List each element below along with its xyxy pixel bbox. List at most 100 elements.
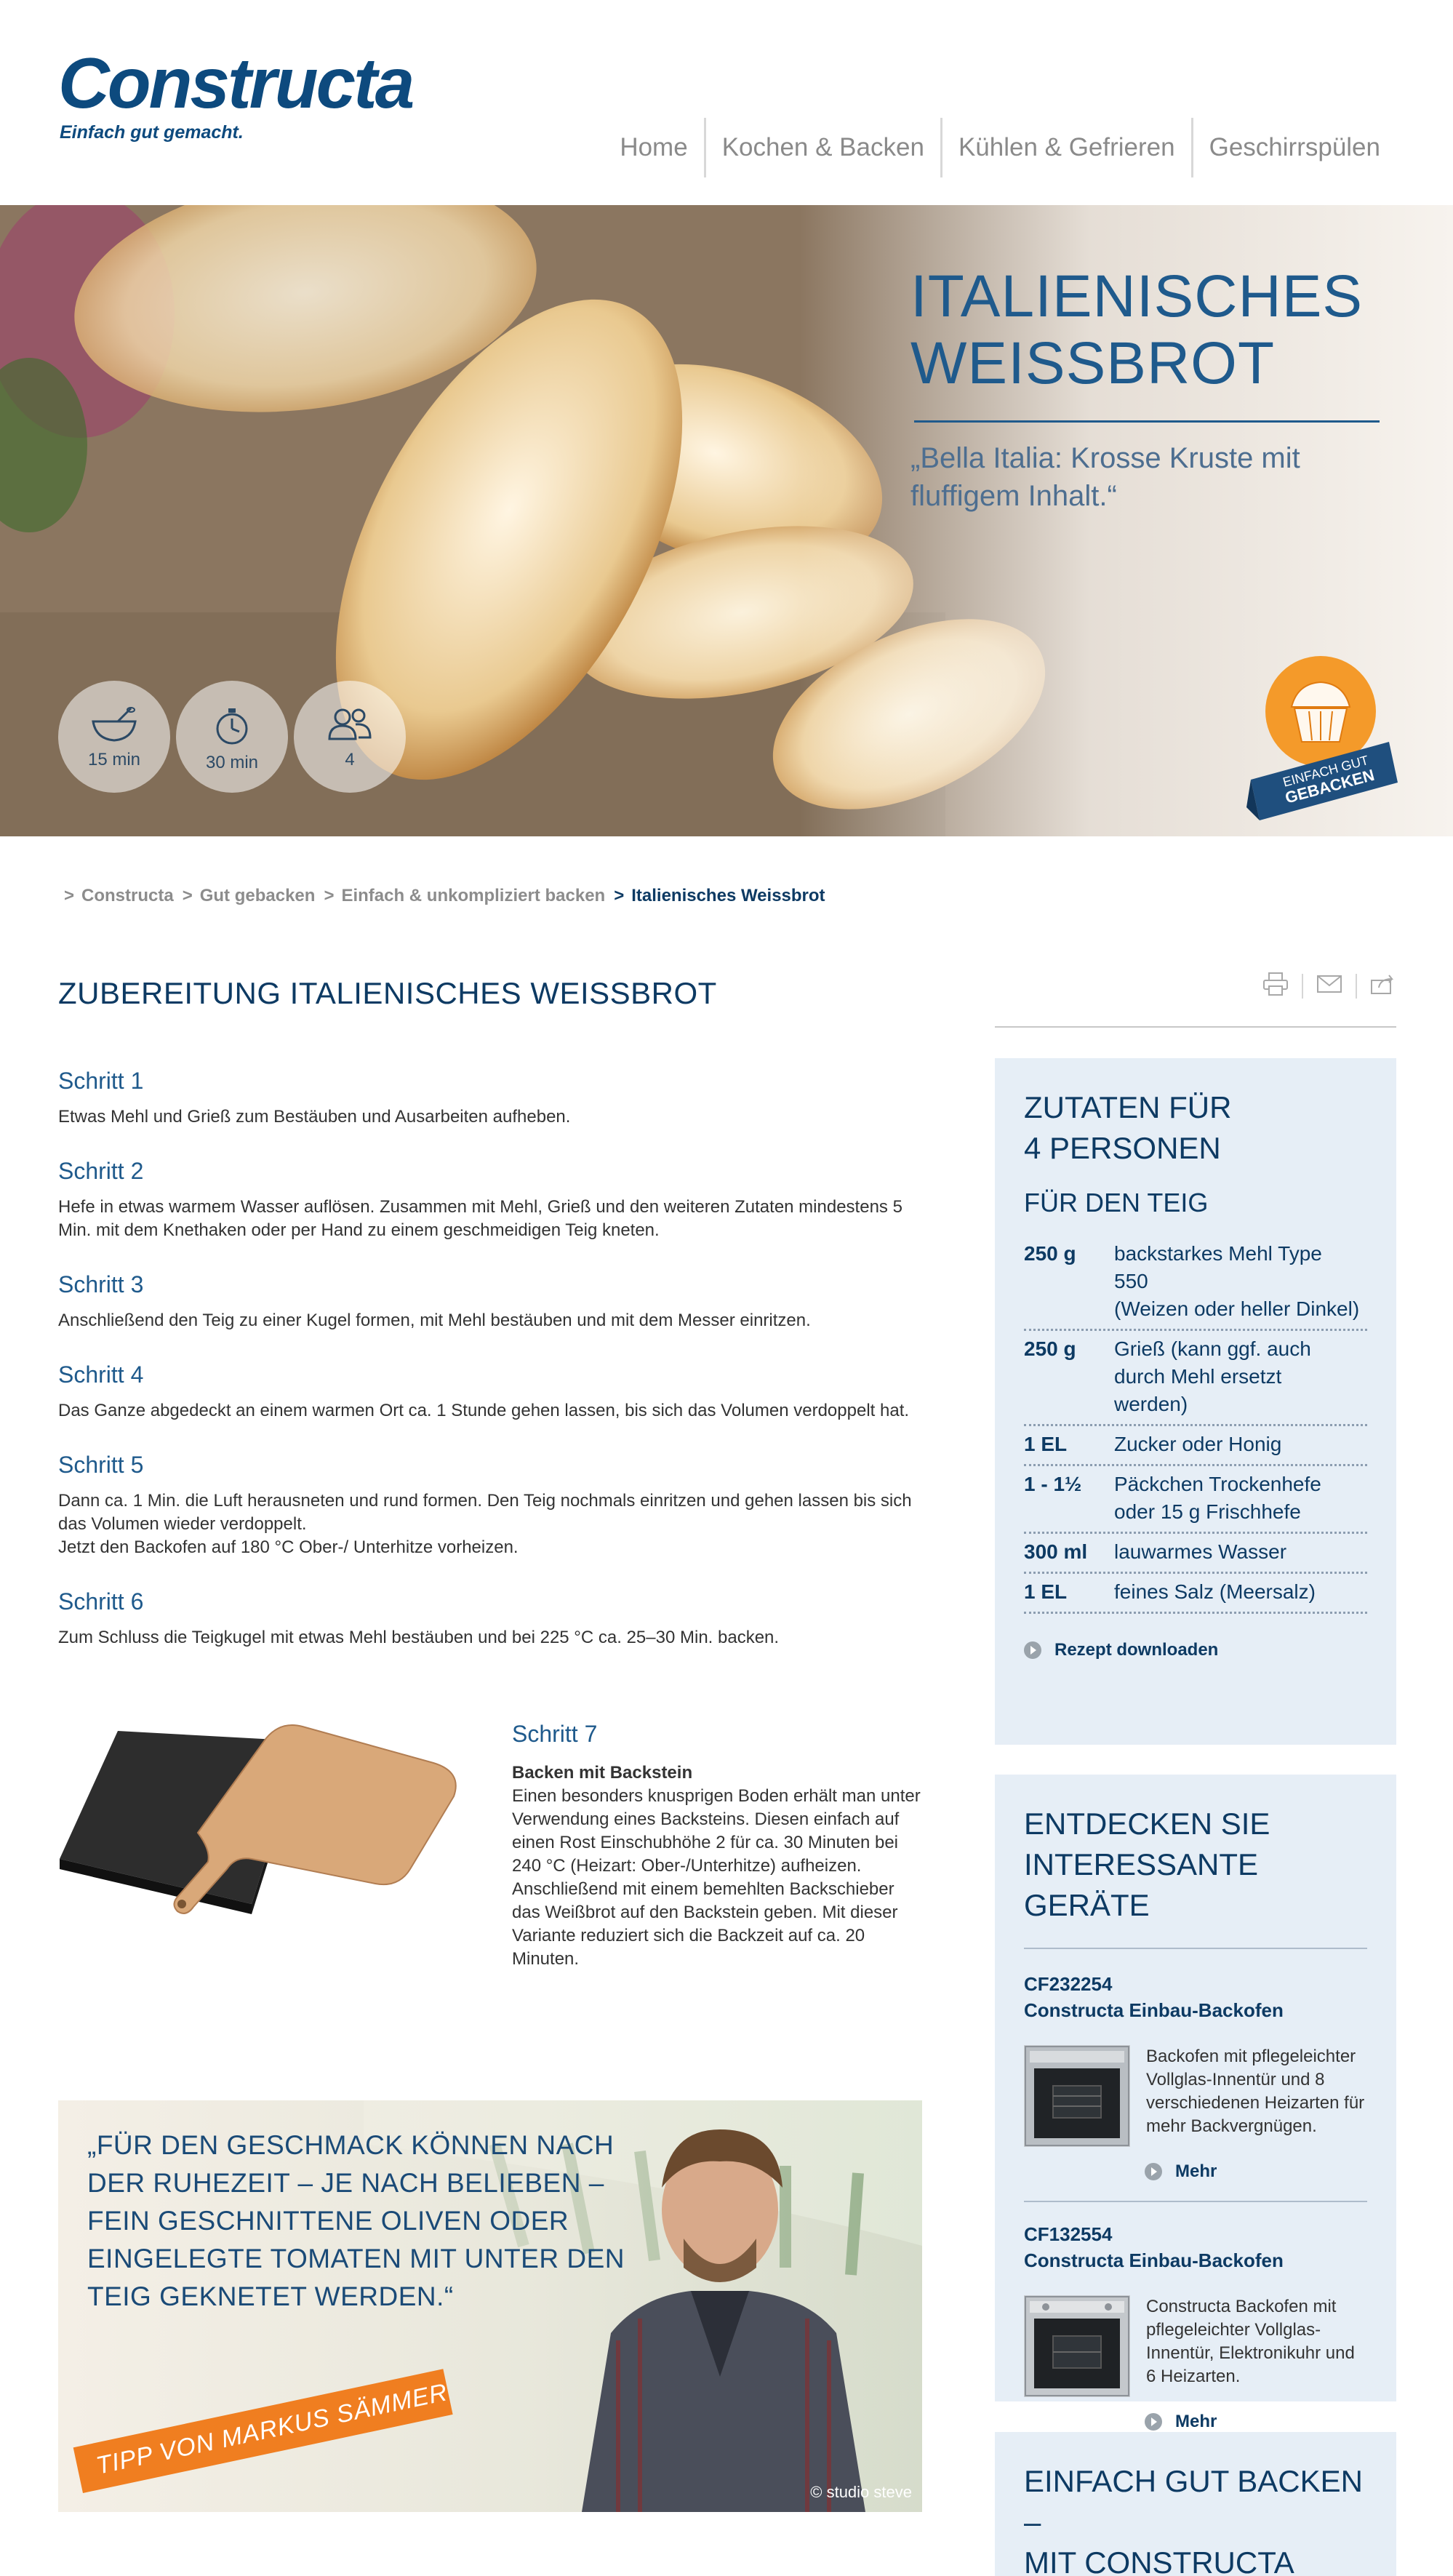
step-text: Dann ca. 1 Min. die Luft herausneten und…: [58, 1491, 912, 1557]
step-text: Etwas Mehl und Grieß zum Bestäuben und A…: [58, 1107, 571, 1127]
ingredient-amount: 300 ml: [1024, 1540, 1088, 1563]
download-recipe-label: Rezept downloaden: [1054, 1640, 1219, 1660]
divider: [1024, 2201, 1367, 2202]
print-icon[interactable]: [1262, 972, 1289, 1000]
step-title: Schritt 1: [58, 1068, 144, 1094]
oven-icon: [1025, 2046, 1129, 2146]
ingredient-row: 1 EL Zucker oder Honig: [1024, 1426, 1367, 1466]
constructa-logo[interactable]: Constructa Einfach gut gemacht.: [58, 43, 415, 143]
ingredient-name: Grieß (kann ggf. auch durch Mehl ersetzt…: [1114, 1337, 1311, 1415]
share-divider: [1356, 973, 1357, 999]
main-nav: Home Kochen & Backen Kühlen & Gefrieren …: [604, 118, 1396, 177]
sidebar-top-divider: [995, 1026, 1396, 1028]
nav-kuehlen-gefrieren[interactable]: Kühlen & Gefrieren: [940, 118, 1191, 177]
step-title: Schritt 2: [58, 1158, 144, 1184]
breadcrumb-separator: >: [324, 886, 335, 905]
baking-stone-image: [60, 1724, 457, 1914]
ingredient-amount: 1 EL: [1024, 1433, 1068, 1455]
device-more-link[interactable]: Mehr: [1145, 2412, 1367, 2432]
nav-kochen-backen[interactable]: Kochen & Backen: [703, 118, 940, 177]
step-text: Hefe in etwas warmem Wasser auflösen. Zu…: [58, 1197, 902, 1240]
step-text: Das Ganze abgedeckt an einem warmen Ort …: [58, 1401, 910, 1420]
device-body: Constructa Backofen mit pflegeleichter V…: [1024, 2295, 1367, 2397]
breadcrumb-current: Italienisches Weissbrot: [631, 886, 825, 905]
device-more-link[interactable]: Mehr: [1145, 2161, 1367, 2182]
step-2: Schritt 2 Hefe in etwas warmem Wasser au…: [58, 1156, 924, 1242]
logo-tagline: Einfach gut gemacht.: [60, 122, 244, 143]
arrow-circle-icon: [1024, 1641, 1041, 1659]
tip-quote: „FÜR DEN GESCHMACK KÖNNEN NACH DER RUHEZ…: [87, 2130, 625, 2311]
devices-title-line2: INTERESSANTE GERÄTE: [1024, 1847, 1259, 1922]
step-5: Schritt 5 Dann ca. 1 Min. die Luft herau…: [58, 1450, 924, 1559]
hero-title-line2: WEISSBROT: [910, 330, 1276, 396]
ingredient-name: Päckchen Trockenhefe oder 15 g Frischhef…: [1114, 1473, 1321, 1523]
step-title: Schritt 3: [58, 1271, 144, 1297]
breadcrumb-gut-gebacken[interactable]: Gut gebacken: [200, 886, 316, 906]
people-icon: [328, 708, 372, 740]
step-title: Schritt 4: [58, 1361, 144, 1388]
breadcrumb: > Constructa > Gut gebacken > Einfach & …: [64, 886, 834, 906]
devices-panel: ENTDECKEN SIE INTERESSANTE GERÄTE CF2322…: [995, 1775, 1396, 2431]
promo-title: EINFACH GUT BACKEN – MIT CONSTRUCTA: [1024, 2461, 1367, 2576]
download-recipe-link[interactable]: Rezept downloaden: [1024, 1640, 1367, 1660]
arrow-circle-icon: [1145, 2163, 1162, 2180]
device-code[interactable]: CF232254: [1024, 1971, 1367, 1997]
page-title: ZUBEREITUNG ITALIENISCHES WEISSBROT: [58, 976, 717, 1010]
ingredient-amount: 1 EL: [1024, 1580, 1068, 1603]
arrow-circle-icon: [1145, 2413, 1162, 2431]
ingredient-row: 250 g backstarkes Mehl Type 550 (Weizen …: [1024, 1236, 1367, 1331]
device-card: CF232254 Constructa Einbau-Backofen Back…: [1024, 1971, 1367, 2182]
device-card: CF132554 Constructa Einbau-Backofen Cons…: [1024, 2221, 1367, 2432]
oven-thumbnail[interactable]: [1024, 2045, 1130, 2147]
breadcrumb-constructa[interactable]: Constructa: [81, 886, 174, 906]
stat-bake-label: 30 min: [205, 753, 259, 772]
hero-banner: ITALIENISCHES WEISSBROT „Bella Italia: K…: [0, 205, 1453, 836]
step-4: Schritt 4 Das Ganze abgedeckt an einem w…: [58, 1360, 924, 1423]
step-6: Schritt 6 Zum Schluss die Teigkugel mit …: [58, 1587, 924, 1649]
hero-title: ITALIENISCHES WEISSBROT: [910, 263, 1363, 397]
ingredient-row: 250 g Grieß (kann ggf. auch durch Mehl e…: [1024, 1331, 1367, 1426]
devices-title-line1: ENTDECKEN SIE: [1024, 1807, 1270, 1841]
ingredient-name: feines Salz (Meersalz): [1114, 1580, 1316, 1603]
ingredient-amount: 250 g: [1024, 1242, 1076, 1265]
step-3: Schritt 3 Anschließend den Teig zu einer…: [58, 1270, 924, 1332]
ingredient-amount: 1 - 1½: [1024, 1473, 1082, 1495]
nav-geschirrspuelen[interactable]: Geschirrspülen: [1190, 118, 1396, 177]
step-text: Anschließend den Teig zu einer Kugel for…: [58, 1311, 811, 1330]
device-description: Backofen mit pflegeleichter Vollglas-Inn…: [1146, 2047, 1365, 2136]
ingredient-name: lauwarmes Wasser: [1114, 1540, 1287, 1563]
device-code[interactable]: CF132554: [1024, 2221, 1367, 2247]
share-icon[interactable]: [1370, 973, 1396, 999]
logo-wordmark: Constructa: [58, 43, 415, 123]
breadcrumb-separator: >: [614, 886, 625, 905]
hero-subtitle: „Bella Italia: Krosse Kruste mit fluffig…: [910, 442, 1300, 512]
ingredient-row: 300 ml lauwarmes Wasser: [1024, 1534, 1367, 1574]
stat-bake-time: 30 min: [176, 681, 288, 793]
email-icon[interactable]: [1316, 975, 1342, 997]
device-name[interactable]: Constructa Einbau-Backofen: [1024, 2247, 1367, 2273]
ingredient-amount: 250 g: [1024, 1337, 1076, 1360]
breadcrumb-separator: >: [182, 886, 193, 905]
breadcrumb-einfach-backen[interactable]: Einfach & unkompliziert backen: [341, 886, 605, 906]
nav-home[interactable]: Home: [604, 118, 703, 177]
device-name[interactable]: Constructa Einbau-Backofen: [1024, 1997, 1367, 2023]
promo-title-line1: EINFACH GUT BACKEN –: [1024, 2464, 1363, 2539]
steps-list: Schritt 1 Etwas Mehl und Grieß zum Bestä…: [58, 1066, 924, 1677]
photo-credit: © studio steve: [810, 2483, 912, 2501]
ingredient-name: Zucker oder Honig: [1114, 1433, 1282, 1455]
ingredients-title-line1: ZUTATEN FÜR: [1024, 1090, 1232, 1124]
step-title: Schritt 6: [58, 1588, 144, 1615]
devices-title: ENTDECKEN SIE INTERESSANTE GERÄTE: [1024, 1804, 1367, 1926]
einfach-gut-gebacken-badge: EINFACH GUT GEBACKEN: [1246, 655, 1402, 822]
oven-icon: [1025, 2296, 1129, 2396]
step-text: Zum Schluss die Teigkugel mit etwas Mehl…: [58, 1628, 780, 1647]
step-text: Einen besonders knusprigen Boden erhält …: [512, 1786, 921, 1969]
step-1: Schritt 1 Etwas Mehl und Grieß zum Bestä…: [58, 1066, 924, 1129]
oven-thumbnail[interactable]: [1024, 2295, 1130, 2397]
device-description: Constructa Backofen mit pflegeleichter V…: [1146, 2297, 1355, 2386]
hero-divider: [914, 420, 1380, 423]
step-title: Schritt 5: [58, 1452, 144, 1478]
bowl-whisk-icon: [92, 707, 137, 742]
ingredients-title-line2: 4 PERSONEN: [1024, 1131, 1221, 1165]
ingredients-section: FÜR DEN TEIG: [1024, 1188, 1209, 1217]
